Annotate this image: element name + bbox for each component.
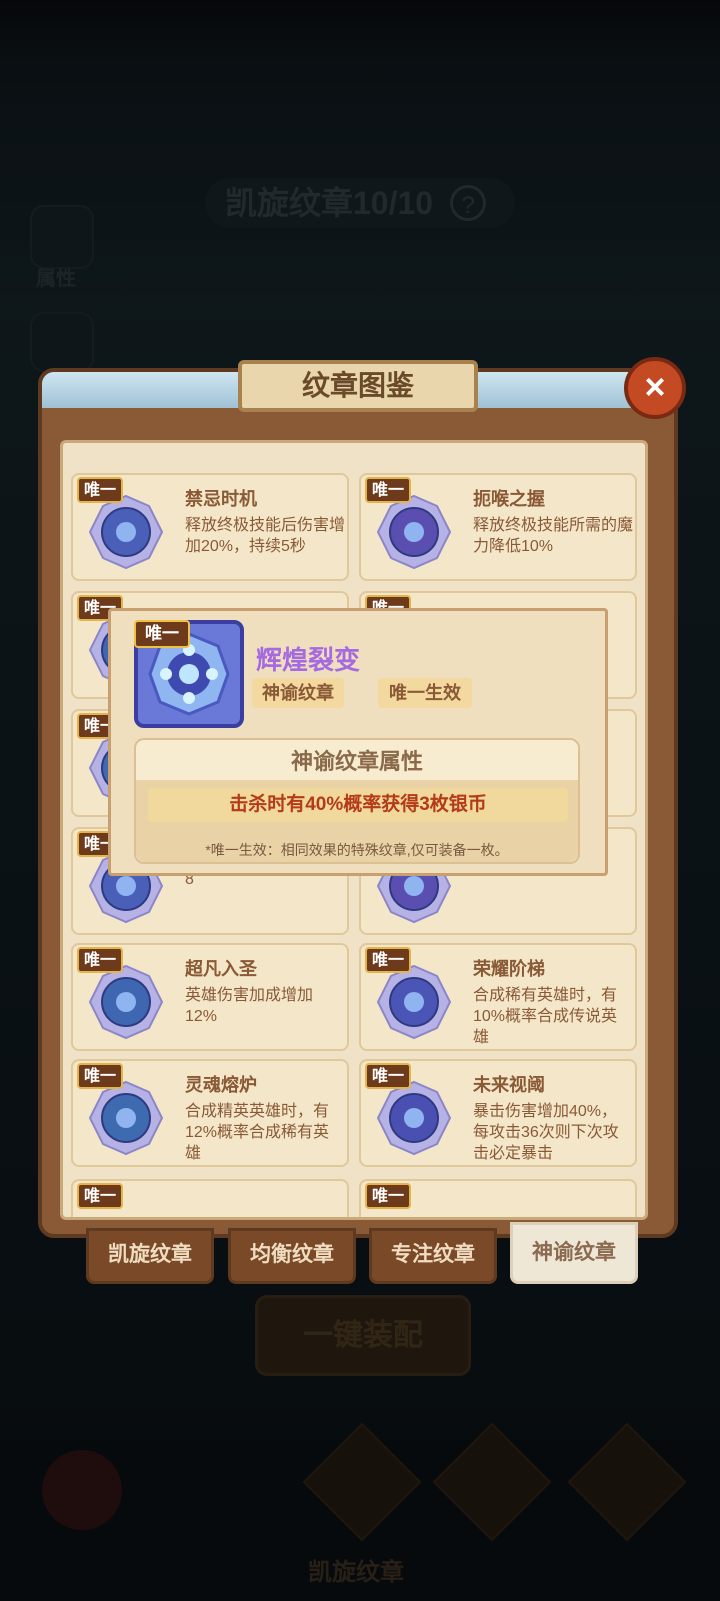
emblem-medal-icon <box>88 494 164 570</box>
unique-badge: 唯一 <box>77 477 123 503</box>
emblem-desc: 释放终极技能后伤害增加20%，持续5秒 <box>185 517 346 555</box>
emblem-name: 辉煌裂变 <box>256 645 361 675</box>
emblem-title: 扼喉之握 <box>473 489 545 509</box>
emblem-title: 未来视阈 <box>473 1075 545 1095</box>
emblem-card-partial[interactable]: 唯一 <box>359 1179 637 1217</box>
emblem-desc: 英雄伤害加成增加12% <box>185 987 314 1025</box>
unique-badge: 唯一 <box>365 1063 411 1089</box>
emblem-medal-icon <box>376 1080 452 1156</box>
tab-focus[interactable]: 专注纹章 <box>369 1228 497 1284</box>
tab-balance[interactable]: 均衡纹章 <box>228 1228 356 1284</box>
emblem-card[interactable]: 唯一 超凡入圣英雄伤害加成增加12% <box>71 943 349 1051</box>
emblem-title: 禁忌时机 <box>185 489 257 509</box>
tab-oracle[interactable]: 神谕纹章 <box>510 1222 638 1284</box>
attribute-title: 神谕纹章属性 <box>290 749 423 774</box>
emblem-desc: 合成精英英雄时，有12%概率合成稀有英雄 <box>185 1103 330 1162</box>
emblem-card[interactable]: 唯一 未来视阈暴击伤害增加40%，每攻击36次则下次攻击必定暴击 <box>359 1059 637 1167</box>
emblem-medal-icon <box>88 964 164 1040</box>
unique-badge: 唯一 <box>365 947 411 973</box>
emblem-desc: 释放终极技能所需的魔力降低10% <box>473 517 634 555</box>
emblem-title: 超凡入圣 <box>185 959 257 979</box>
emblem-medal-icon <box>88 1080 164 1156</box>
tab-triumph[interactable]: 凯旋纹章 <box>86 1228 214 1284</box>
emblem-card[interactable]: 唯一 荣耀阶梯合成稀有英雄时，有10%概率合成传说英雄 <box>359 943 637 1051</box>
emblem-card[interactable]: 唯一 禁忌时机释放终极技能后伤害增加20%，持续5秒 <box>71 473 349 581</box>
panel-title: 纹章图鉴 <box>238 360 478 412</box>
emblem-card[interactable]: 唯一 扼喉之握释放终极技能所需的魔力降低10% <box>359 473 637 581</box>
unique-badge: 唯一 <box>134 620 190 648</box>
unique-badge: 唯一 <box>77 1183 123 1209</box>
emblem-card-partial[interactable]: 唯一 <box>71 1179 349 1217</box>
emblem-medal-icon <box>376 964 452 1040</box>
emblem-medal-icon <box>376 494 452 570</box>
emblem-title: 灵魂熔炉 <box>185 1075 257 1095</box>
emblem-card[interactable]: 唯一 灵魂熔炉合成精英英雄时，有12%概率合成稀有英雄 <box>71 1059 349 1167</box>
emblem-effect-tag: 唯一生效 <box>378 678 472 708</box>
unique-badge: 唯一 <box>365 1183 411 1209</box>
emblem-title: 荣耀阶梯 <box>473 959 545 979</box>
attribute-note: *唯一生效：相同效果的特殊纹章,仅可装备一枚。 <box>205 842 509 858</box>
emblem-type-tag: 神谕纹章 <box>252 678 344 708</box>
emblem-desc: 合成稀有英雄时，有10%概率合成传说英雄 <box>473 987 618 1046</box>
unique-badge: 唯一 <box>77 1063 123 1089</box>
unique-badge: 唯一 <box>365 477 411 503</box>
emblem-desc: 暴击伤害增加40%，每攻击36次则下次攻击必定暴击 <box>473 1103 619 1162</box>
unique-badge: 唯一 <box>77 947 123 973</box>
close-button[interactable]: × <box>624 357 686 419</box>
attribute-value: 击杀时有40%概率获得3枚银币 <box>229 794 487 815</box>
